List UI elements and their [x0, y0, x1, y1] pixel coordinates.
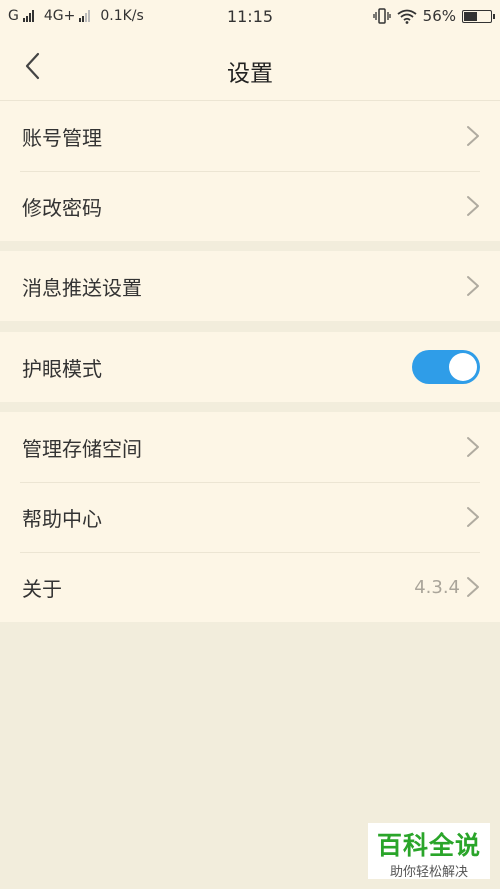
- chevron-right-icon: [467, 437, 479, 457]
- nav-bar: 设置: [0, 34, 500, 101]
- battery-percent: 56%: [422, 7, 456, 25]
- vibrate-icon: [373, 8, 391, 24]
- settings-item-label: 消息推送设置: [22, 275, 142, 300]
- chevron-right-icon: [467, 276, 479, 296]
- app-version: 4.3.4: [414, 576, 460, 598]
- settings-section-eye-care: 护眼模式: [0, 332, 500, 402]
- settings-section-account: 账号管理 修改密码: [0, 101, 500, 241]
- chevron-right-icon: [467, 196, 479, 216]
- settings-item-eye-care-mode: 护眼模式: [0, 332, 500, 402]
- wifi-icon: [397, 9, 417, 24]
- settings-item-label: 关于: [22, 576, 62, 601]
- settings-section-notifications: 消息推送设置: [0, 251, 500, 321]
- settings-item-label: 账号管理: [22, 125, 102, 150]
- watermark-title: 百科全说: [376, 831, 481, 860]
- watermark-subtitle: 助你轻松解决: [389, 865, 468, 880]
- settings-item-change-password[interactable]: 修改密码: [0, 171, 500, 241]
- settings-item-label: 修改密码: [22, 195, 102, 220]
- watermark-logo: 百科全说 助你轻松解决: [368, 823, 490, 880]
- settings-item-manage-storage[interactable]: 管理存储空间: [0, 412, 500, 482]
- settings-item-label: 管理存储空间: [22, 436, 142, 461]
- settings-item-help-center[interactable]: 帮助中心: [0, 482, 500, 552]
- status-bar-right: 56%: [373, 7, 495, 25]
- status-bar: G 4G+ 0.1K/s 11:15 56%: [0, 0, 500, 34]
- settings-item-label: 护眼模式: [22, 356, 102, 381]
- chevron-right-icon: [467, 577, 479, 597]
- settings-section-general: 管理存储空间 帮助中心 关于 4.3.4: [0, 412, 500, 622]
- chevron-right-icon: [467, 126, 479, 146]
- page-title: 设置: [227, 61, 273, 87]
- toggle-knob: [449, 353, 477, 381]
- settings-item-about[interactable]: 关于 4.3.4: [0, 552, 500, 622]
- settings-item-push-notifications[interactable]: 消息推送设置: [0, 251, 500, 321]
- eye-care-toggle[interactable]: [412, 350, 480, 384]
- settings-item-label: 帮助中心: [22, 506, 102, 531]
- battery-icon: [462, 9, 495, 23]
- settings-item-account-management[interactable]: 账号管理: [0, 101, 500, 171]
- chevron-right-icon: [467, 507, 479, 527]
